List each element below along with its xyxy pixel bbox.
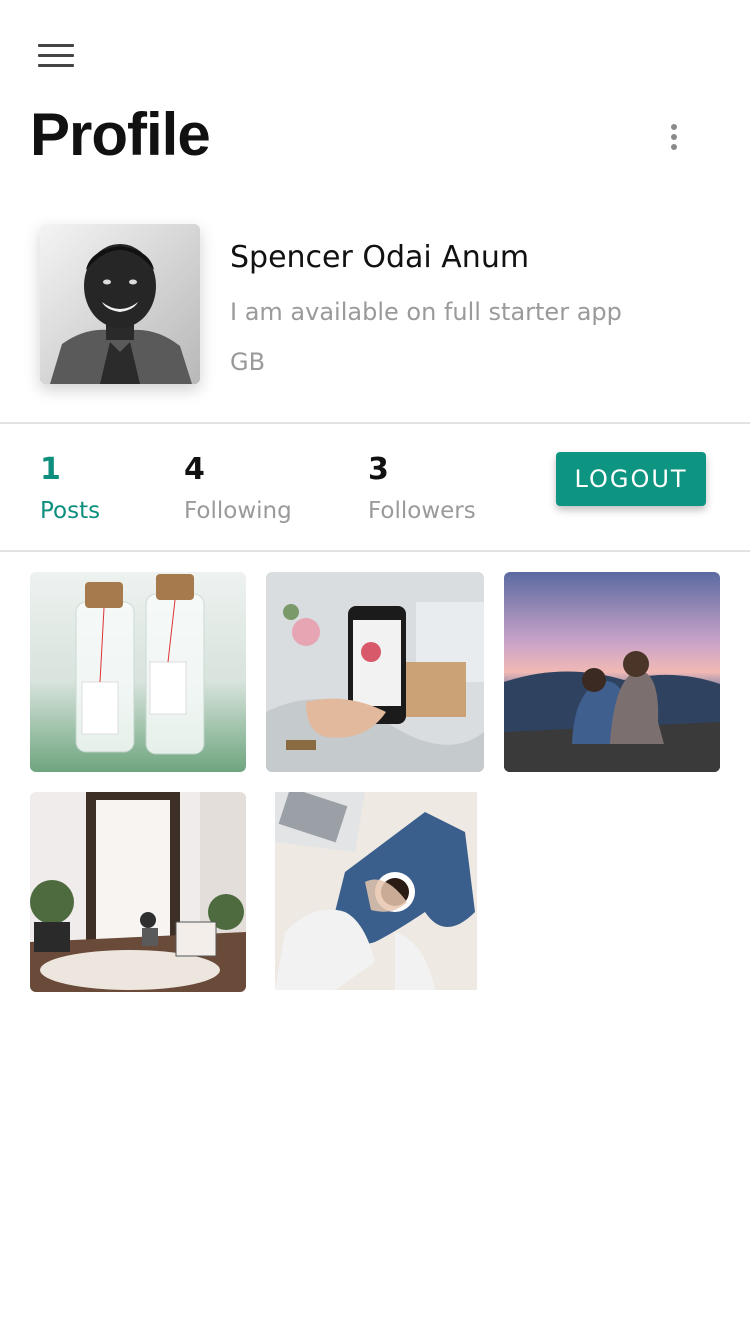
- hamburger-menu-icon[interactable]: [38, 44, 74, 70]
- gallery-photo-mirror-room[interactable]: [30, 792, 246, 992]
- user-bio: I am available on full starter app: [230, 298, 622, 326]
- divider: [0, 550, 750, 552]
- stat-followers-value: 3: [368, 452, 389, 487]
- stat-posts-label: Posts: [40, 498, 101, 524]
- user-name: Spencer Odai Anum: [230, 240, 530, 275]
- gallery-photo-bottles[interactable]: [30, 572, 246, 772]
- stat-followers[interactable]: 3 Followers: [368, 452, 476, 524]
- stat-posts-value: 1: [40, 452, 61, 487]
- stat-posts[interactable]: 1 Posts: [40, 452, 100, 524]
- user-country: GB: [230, 348, 266, 376]
- profile-screen: Profile Spencer Odai Anum I am available…: [0, 0, 750, 1334]
- more-vertical-icon[interactable]: [664, 124, 684, 154]
- gallery-photo-phone[interactable]: [266, 572, 484, 772]
- page-title: Profile: [30, 101, 211, 168]
- gallery-photo-sunset[interactable]: [504, 572, 720, 772]
- logout-button[interactable]: LOGOUT: [556, 452, 706, 506]
- stat-following-value: 4: [184, 452, 205, 487]
- gallery-photo-coffee-laptop[interactable]: [275, 792, 477, 990]
- stat-following[interactable]: 4 Following: [184, 452, 292, 524]
- avatar: [40, 224, 200, 384]
- stat-following-label: Following: [184, 498, 292, 524]
- divider: [0, 422, 750, 424]
- stat-followers-label: Followers: [368, 498, 476, 524]
